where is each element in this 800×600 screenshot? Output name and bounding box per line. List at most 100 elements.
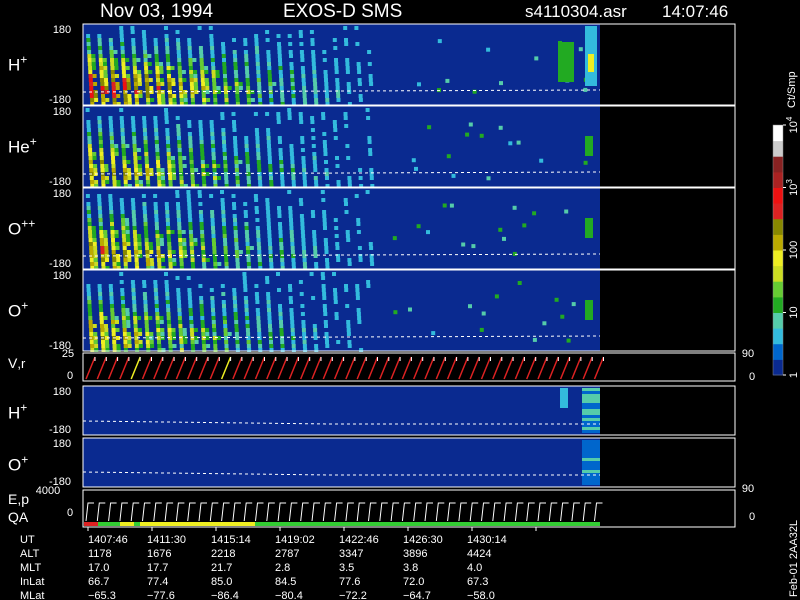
stripe-cell	[109, 210, 114, 214]
stripe-cell	[333, 288, 337, 292]
stripe-cell	[94, 262, 99, 266]
stripe-cell	[290, 78, 295, 82]
stripe-cell	[182, 250, 187, 254]
stripe-cell	[268, 254, 273, 258]
species-charge: +	[30, 135, 37, 149]
stripe-cell	[257, 168, 262, 172]
stripe-cell	[356, 230, 361, 234]
stripe-cell	[211, 156, 216, 160]
stripe-cell	[104, 78, 108, 82]
stripe-cell	[346, 328, 351, 332]
stripe-cell	[246, 176, 251, 180]
stripe-cell	[103, 74, 108, 78]
scatter-cell	[392, 236, 397, 241]
stripe-cell	[190, 168, 195, 172]
stripe-cell	[108, 202, 113, 206]
ytick-bottom-label: -180	[49, 176, 71, 188]
stripe-cell	[233, 222, 238, 226]
stripe-cell	[279, 156, 283, 160]
scatter-cell	[479, 133, 484, 138]
stripe-cell	[211, 312, 216, 316]
scatter-cell	[583, 160, 588, 165]
stripe-cell	[179, 180, 184, 184]
stripe-cell	[164, 112, 169, 116]
stripe-cell	[199, 308, 204, 312]
stripe-cell	[299, 214, 304, 218]
stripe-cell	[246, 332, 251, 336]
stripe-cell	[265, 112, 270, 116]
stripe-cell	[356, 308, 361, 312]
stripe-cell	[85, 194, 90, 198]
stripe-cell	[145, 328, 150, 332]
stripe-cell	[280, 172, 284, 176]
stripe-cell	[266, 222, 271, 226]
stripe-cell	[201, 176, 206, 180]
stripe-cell	[210, 300, 215, 304]
scatter-cell	[499, 81, 503, 86]
stripe-cell	[209, 124, 214, 128]
stripe-cell	[97, 194, 102, 198]
stripe-cell	[190, 176, 195, 180]
stripe-cell	[265, 276, 270, 280]
table-cell: 77.6	[339, 576, 360, 588]
stripe-cell	[179, 340, 184, 344]
stripe-cell	[313, 246, 318, 250]
stripe-cell	[110, 140, 114, 144]
scatter-cell	[512, 205, 517, 210]
stripe-cell	[183, 98, 188, 102]
stripe-cell	[300, 140, 305, 144]
stripe-cell	[310, 210, 315, 214]
stripe-cell	[233, 66, 238, 70]
stripe-cell	[213, 262, 218, 266]
stripe-cell	[279, 238, 283, 242]
stripe-cell	[126, 332, 131, 336]
stripe-cell	[301, 70, 306, 74]
stripe-cell	[142, 42, 147, 46]
table-cell: 17.7	[147, 562, 168, 574]
stripe-cell	[200, 316, 205, 320]
stripe-cell	[99, 320, 104, 324]
scatter-cell	[479, 327, 484, 332]
stripe-cell	[244, 230, 249, 234]
stripe-cell	[244, 140, 249, 144]
stripe-cell	[172, 258, 177, 262]
stripe-cell	[234, 250, 239, 254]
ytick-bottom-label: -180	[49, 94, 71, 106]
stripe-cell	[234, 320, 239, 324]
stripe-cell	[336, 98, 341, 102]
stripe-cell	[312, 74, 317, 78]
stripe-cell	[144, 320, 149, 324]
stripe-cell	[280, 262, 285, 266]
stripe-cell	[322, 140, 327, 144]
stripe-cell	[246, 262, 251, 266]
scatter-cell	[522, 223, 527, 228]
stripe-cell	[161, 258, 165, 262]
stripe-cell	[213, 180, 218, 184]
stripe-cell	[171, 156, 175, 160]
stripe-cell	[199, 222, 204, 226]
stripe-cell	[90, 262, 95, 266]
stripe-cell	[153, 194, 158, 198]
stripe-cell	[238, 160, 243, 164]
stripe-cell	[288, 288, 293, 292]
stripe-cell	[142, 292, 147, 296]
stripe-cell	[150, 344, 155, 348]
stripe-cell	[183, 340, 188, 344]
stripe-cell	[324, 160, 328, 164]
stripe-cell	[343, 198, 348, 202]
ytick-top-label: 25	[62, 348, 74, 360]
stripe-cell	[188, 312, 193, 316]
stripe-cell	[289, 144, 294, 148]
ytick-bottom-label: -180	[49, 424, 71, 436]
stripe-cell	[200, 320, 205, 324]
stripe-cell	[235, 172, 240, 176]
stripe-cell	[200, 156, 205, 160]
stripe-cell	[131, 38, 136, 42]
stripe-cell	[302, 254, 307, 258]
stripe-cell	[148, 70, 153, 74]
stripe-cell	[368, 242, 373, 246]
stripe-cell	[120, 50, 125, 54]
stripe-cell	[179, 344, 184, 348]
panel-He: 180-180He+	[8, 105, 736, 188]
stripe-cell	[87, 308, 92, 312]
